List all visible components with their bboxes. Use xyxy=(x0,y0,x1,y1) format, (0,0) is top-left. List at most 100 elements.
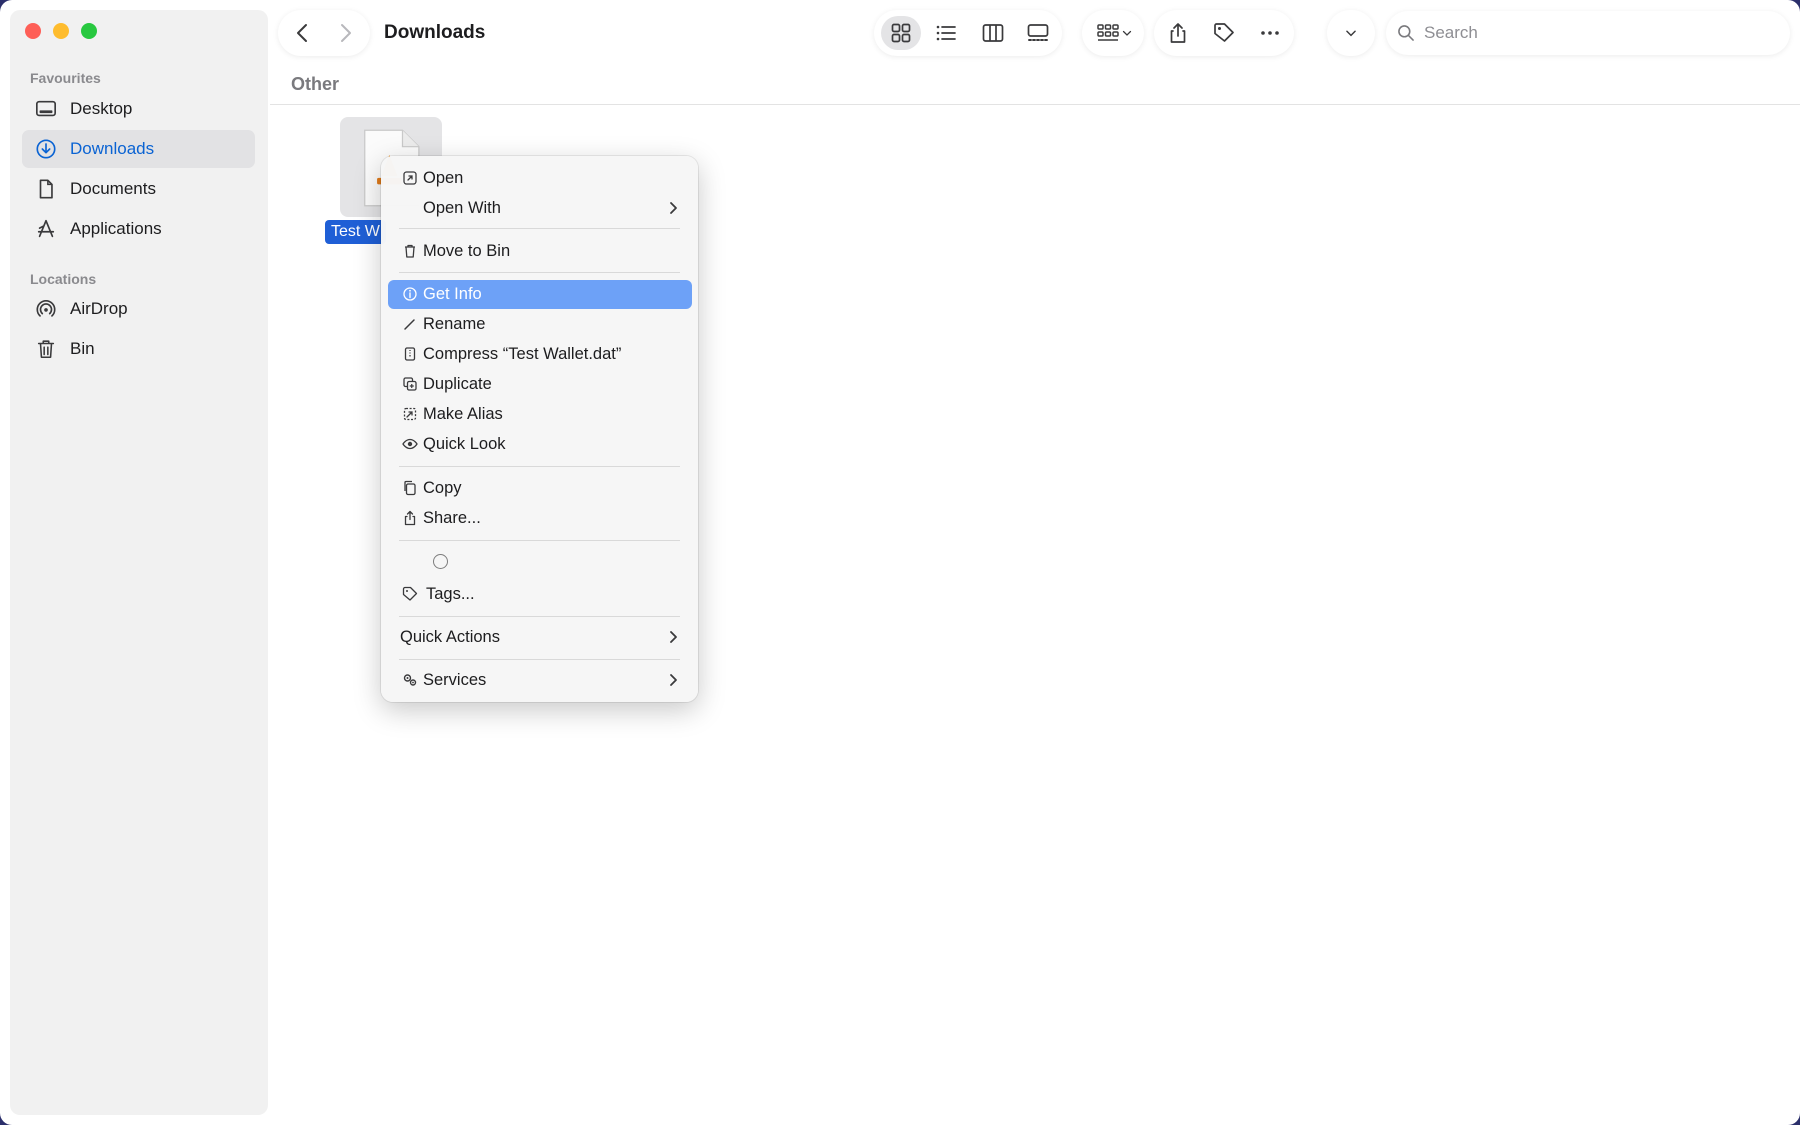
group-grid-icon xyxy=(1097,24,1119,41)
column-view-button[interactable] xyxy=(973,16,1013,50)
tags-button[interactable] xyxy=(1206,16,1242,50)
chevron-down-icon xyxy=(1346,30,1356,37)
list-view-button[interactable] xyxy=(927,16,965,50)
gears-icon xyxy=(402,672,418,688)
menu-item-tags[interactable]: Tags... xyxy=(388,580,692,609)
context-menu: Open Open With Move to Bin Get Info Rena… xyxy=(381,156,698,702)
share-button[interactable] xyxy=(1160,16,1196,50)
duplicate-icon xyxy=(402,376,418,392)
menu-item-label: Quick Look xyxy=(423,435,506,453)
menu-item-make-alias[interactable]: Make Alias xyxy=(388,400,692,429)
menu-item-quick-look[interactable]: Quick Look xyxy=(388,430,692,459)
downloads-icon xyxy=(34,137,58,161)
menu-item-label: Open xyxy=(423,169,464,187)
menu-item-label: Copy xyxy=(423,479,462,497)
sidebar-item-label: Bin xyxy=(70,339,95,358)
menu-item-copy[interactable]: Copy xyxy=(388,474,692,503)
ellipsis-icon xyxy=(1261,31,1279,35)
share-icon xyxy=(402,510,418,526)
menu-separator xyxy=(399,272,680,273)
zoom-button[interactable] xyxy=(81,23,97,39)
gallery-icon xyxy=(1027,24,1049,41)
sidebar-item-label: Downloads xyxy=(70,139,155,158)
tag-color-none[interactable] xyxy=(433,554,448,569)
search-options-button[interactable] xyxy=(1334,16,1368,50)
menu-item-open[interactable]: Open xyxy=(388,164,692,193)
archive-icon xyxy=(402,346,418,362)
file-name-label[interactable]: Test W xyxy=(325,220,386,244)
chevron-down-icon xyxy=(1122,30,1132,36)
document-icon xyxy=(34,177,58,201)
menu-item-label: Compress “Test Wallet.dat” xyxy=(423,345,622,363)
open-icon xyxy=(402,170,418,186)
menu-separator xyxy=(399,228,680,229)
more-actions-button[interactable] xyxy=(1252,16,1288,50)
sidebar-section-favourites: Favourites xyxy=(30,70,101,86)
menu-item-label: Get Info xyxy=(423,285,482,303)
chevron-right-icon xyxy=(341,24,351,42)
group-divider xyxy=(270,104,1800,105)
sidebar-item-label: Desktop xyxy=(70,99,133,118)
sidebar-item-downloads[interactable]: Downloads xyxy=(22,130,255,168)
group-by-button[interactable] xyxy=(1088,16,1140,50)
copy-icon xyxy=(402,480,418,496)
menu-item-quick-actions[interactable]: Quick Actions xyxy=(388,623,692,652)
menu-item-label: Open With xyxy=(423,199,501,217)
tag-icon xyxy=(1214,23,1234,42)
menu-item-label: Share... xyxy=(423,509,481,527)
back-button[interactable] xyxy=(288,18,318,48)
pencil-icon xyxy=(402,316,418,332)
finder-window: Favourites Desktop Downloads Documents A… xyxy=(0,0,1800,1125)
menu-separator xyxy=(399,540,680,541)
gallery-view-button[interactable] xyxy=(1018,16,1058,50)
menu-separator xyxy=(399,616,680,617)
menu-item-open-with[interactable]: Open With xyxy=(388,194,692,223)
alias-icon xyxy=(402,406,418,422)
sidebar-item-label: Documents xyxy=(70,179,156,198)
applications-icon xyxy=(34,217,58,241)
menu-item-label: Rename xyxy=(423,315,486,333)
sidebar-item-applications[interactable]: Applications xyxy=(22,210,255,248)
trash-icon xyxy=(34,337,58,361)
eye-icon xyxy=(402,436,418,452)
menu-item-move-to-bin[interactable]: Move to Bin xyxy=(388,237,692,266)
menu-item-share[interactable]: Share... xyxy=(388,504,692,533)
chevron-right-icon xyxy=(666,629,680,645)
menu-item-duplicate[interactable]: Duplicate xyxy=(388,370,692,399)
sidebar-item-airdrop[interactable]: AirDrop xyxy=(22,290,255,328)
menu-separator xyxy=(399,659,680,660)
info-icon xyxy=(402,286,418,302)
menu-item-rename[interactable]: Rename xyxy=(388,310,692,339)
sidebar-item-documents[interactable]: Documents xyxy=(22,170,255,208)
menu-item-label: Services xyxy=(423,671,487,689)
search-placeholder: Search xyxy=(1424,23,1478,42)
chevron-left-icon xyxy=(297,24,307,42)
search-icon xyxy=(1398,25,1414,41)
menu-item-label: Make Alias xyxy=(423,405,503,423)
sidebar-section-locations: Locations xyxy=(30,271,97,287)
tag-icon xyxy=(402,586,418,602)
grid-icon xyxy=(891,23,911,43)
menu-item-compress[interactable]: Compress “Test Wallet.dat” xyxy=(388,340,692,369)
menu-item-get-info[interactable]: Get Info xyxy=(388,280,692,309)
search-field[interactable]: Search xyxy=(1386,11,1790,55)
menu-item-label: Move to Bin xyxy=(423,242,511,260)
trash-icon xyxy=(402,243,418,259)
minimize-button[interactable] xyxy=(53,23,69,39)
sidebar-item-bin[interactable]: Bin xyxy=(22,330,255,368)
chevron-right-icon xyxy=(666,200,680,216)
menu-separator xyxy=(399,466,680,467)
forward-button[interactable] xyxy=(330,18,360,48)
share-icon xyxy=(1170,23,1186,43)
sidebar-item-label: AirDrop xyxy=(70,299,128,318)
window-title: Downloads xyxy=(384,22,486,43)
menu-item-label: Tags... xyxy=(426,585,475,603)
group-header: Other xyxy=(291,74,340,94)
menu-item-label: Quick Actions xyxy=(400,628,500,646)
close-button[interactable] xyxy=(25,23,41,39)
menu-item-services[interactable]: Services xyxy=(388,666,692,695)
sidebar-item-desktop[interactable]: Desktop xyxy=(22,90,255,128)
desktop-icon xyxy=(34,97,58,121)
icon-view-button[interactable] xyxy=(881,16,921,50)
menu-item-label: Duplicate xyxy=(423,375,492,393)
